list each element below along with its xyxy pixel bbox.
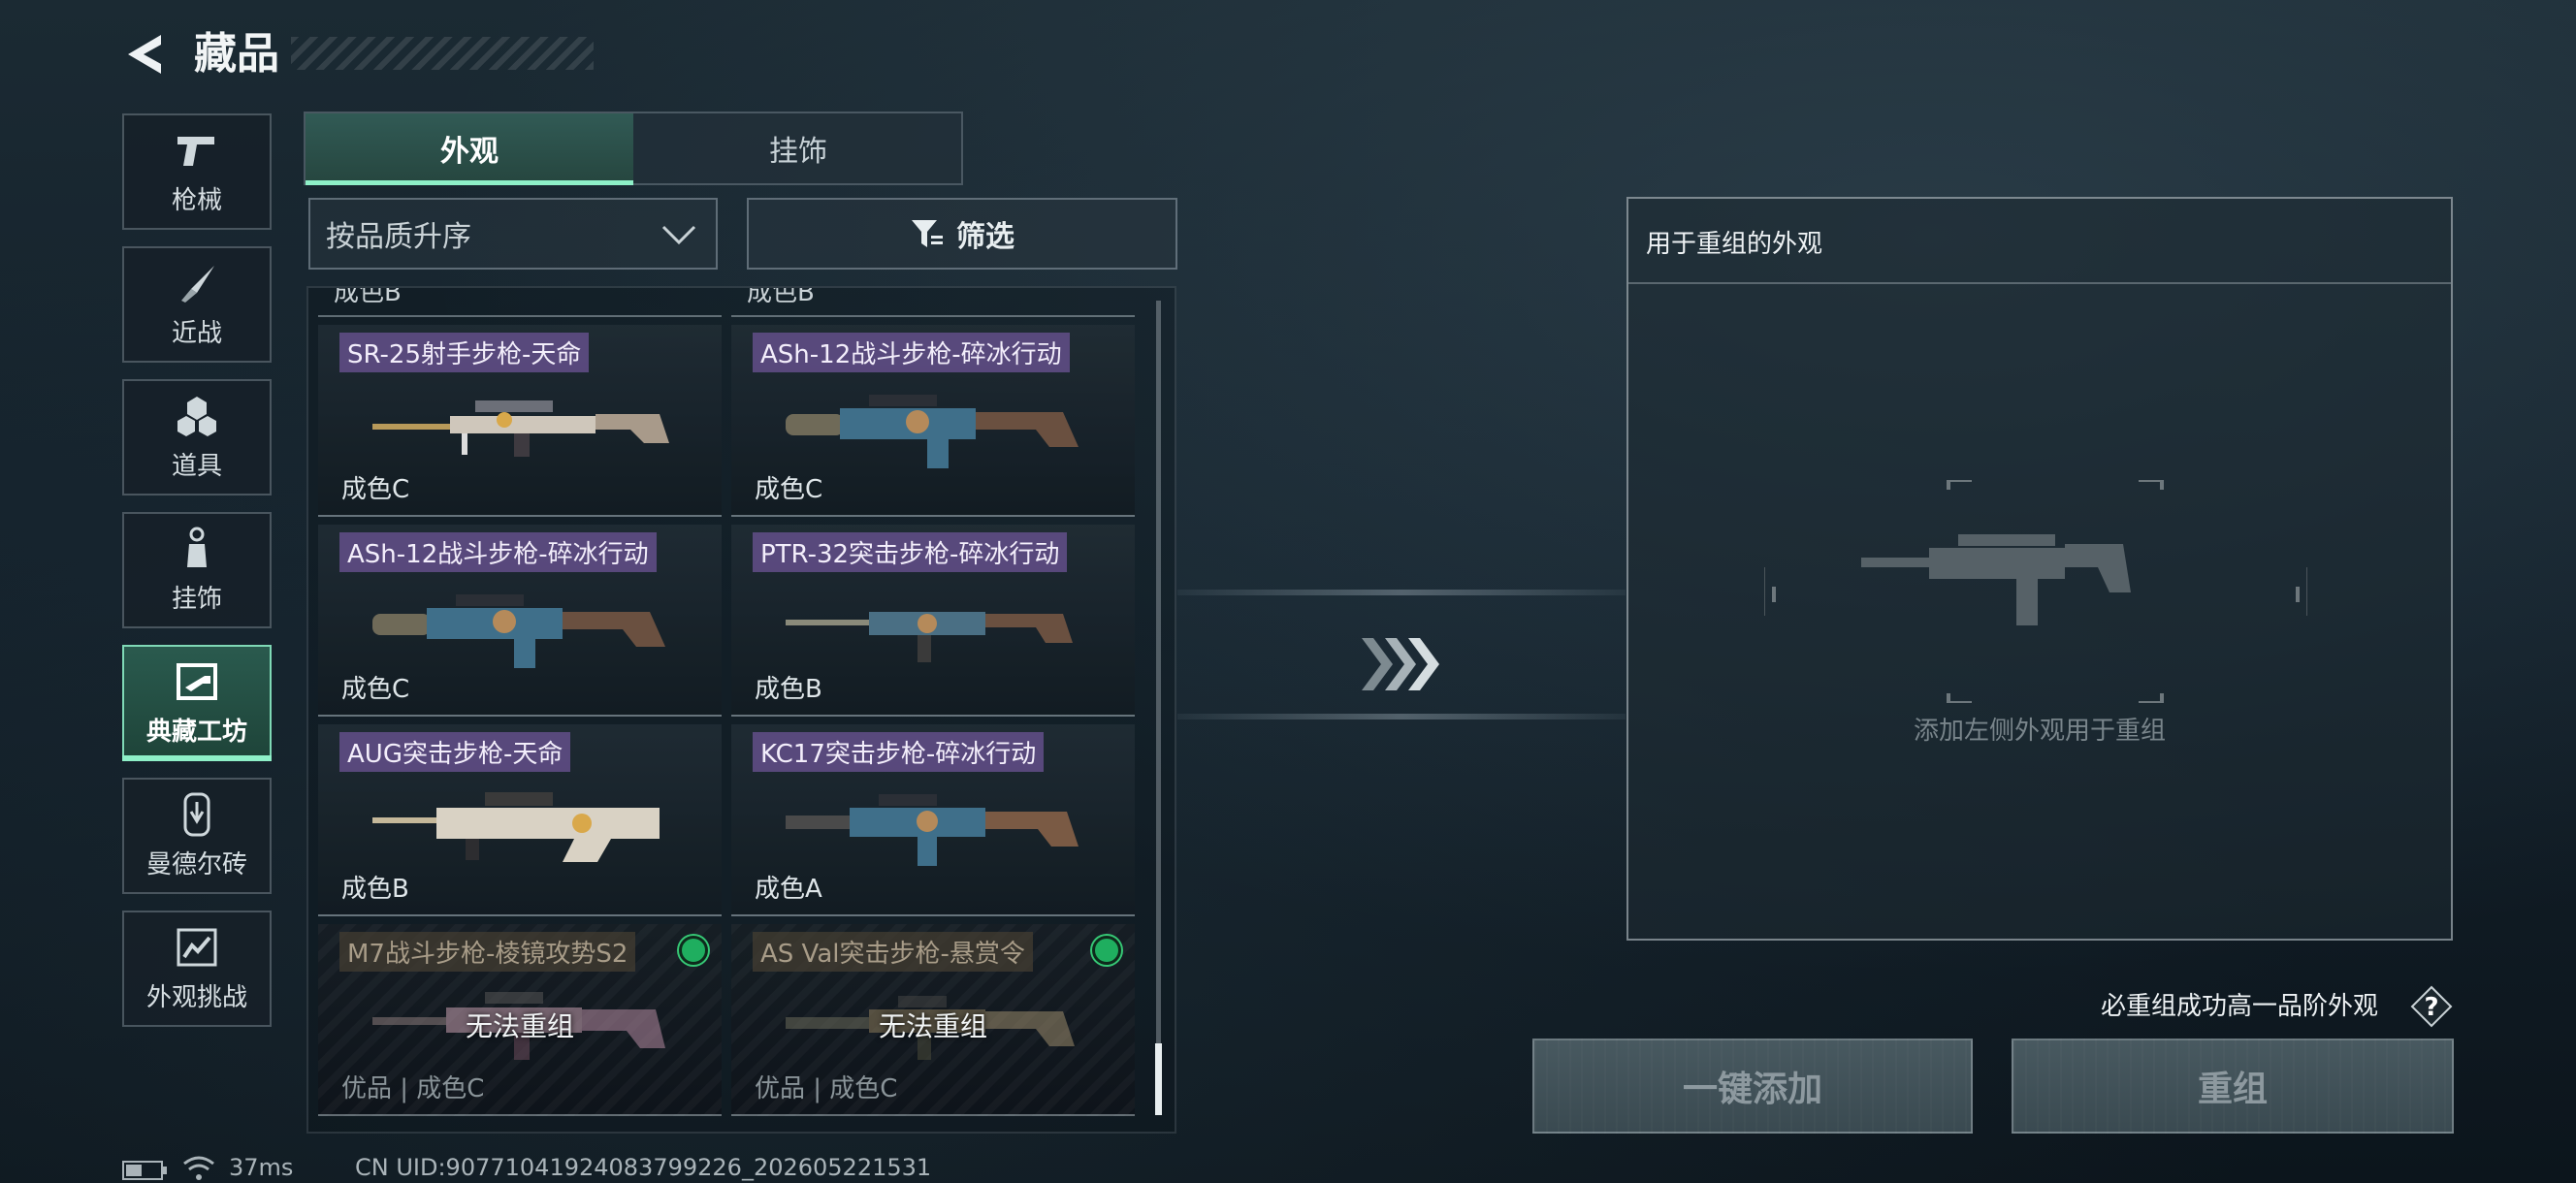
appearance-card[interactable]: AUG突击步枪-天命 成色B	[318, 724, 722, 916]
card-grade: 成色C	[341, 475, 410, 504]
battery-icon	[122, 1161, 167, 1180]
card-name: ASh-12战斗步枪-碎冰行动	[753, 333, 1070, 372]
filter-button[interactable]: 筛选	[747, 198, 1177, 270]
card-name: M7战斗步枪-棱镜攻势S2	[339, 932, 636, 972]
sort-dropdown[interactable]: 按品质升序	[308, 198, 718, 270]
nav-item-workshop[interactable]: 典藏工坊	[122, 645, 272, 761]
knife-icon	[175, 261, 219, 305]
nav-label: 曼德尔砖	[145, 849, 247, 879]
sniper-rifle-image	[372, 400, 669, 457]
nav-item-melee[interactable]: 近战	[122, 246, 272, 363]
card-name: KC17突击步枪-碎冰行动	[753, 732, 1045, 772]
card-grade: 成色C	[341, 675, 410, 704]
ping-value: 37ms	[229, 1154, 294, 1181]
nav-item-items[interactable]: 道具	[122, 379, 272, 496]
card-grade: 成色C	[755, 475, 823, 504]
card-name: AS Val突击步枪-悬赏令	[753, 932, 1033, 972]
chevron-down-icon	[661, 225, 696, 245]
scrollbar-thumb[interactable]	[1155, 1043, 1162, 1115]
back-arrow-icon	[128, 35, 161, 74]
card-name: ASh-12战斗步枪-碎冰行动	[339, 532, 657, 572]
divider	[1628, 282, 2451, 284]
triple-chevron-right-icon	[1362, 638, 1439, 690]
nav-label: 枪械	[171, 185, 222, 215]
recombine-placeholder-text: 添加左侧外观用于重组	[1913, 717, 2166, 746]
keychain-icon	[175, 527, 219, 571]
appearance-card[interactable]: ASh-12战斗步枪-碎冰行动 成色C	[318, 525, 722, 717]
card-grade: 成色B	[755, 675, 822, 704]
owned-status-dot	[679, 936, 708, 965]
grid-scrollbar[interactable]	[1156, 301, 1161, 1115]
card-name: PTR-32突击步枪-碎冰行动	[753, 532, 1068, 572]
card-name: AUG突击步枪-天命	[339, 732, 571, 772]
connector-line	[1177, 714, 1626, 719]
mandel-brick-icon	[175, 792, 219, 837]
pistol-icon	[175, 128, 219, 173]
workshop-icon	[175, 659, 219, 704]
card-grade: 成色B	[334, 288, 402, 307]
appearance-card[interactable]: PTR-32突击步枪-碎冰行动 成色B	[731, 525, 1135, 717]
tab-pendant[interactable]: 挂饰	[635, 113, 961, 183]
title-decoration	[291, 37, 594, 70]
nav-item-mandel-brick[interactable]: 曼德尔砖	[122, 778, 272, 894]
tab-bar: 外观 挂饰	[304, 112, 963, 185]
bullpup-rifle-image	[372, 792, 660, 862]
cannot-recombine-label: 无法重组	[878, 1010, 987, 1042]
grenade-cluster-icon	[175, 394, 219, 438]
question-mark-icon[interactable]: ?	[2410, 985, 2453, 1028]
challenge-icon	[175, 925, 219, 970]
nav-item-appearance-challenge[interactable]: 外观挑战	[122, 911, 272, 1027]
nav-label: 道具	[171, 451, 222, 481]
recombine-panel-title: 用于重组的外观	[1646, 230, 1823, 259]
filter-icon	[912, 220, 943, 247]
user-uid: CN UID:90771041924083799226_202605221531	[355, 1154, 932, 1181]
partial-row: 成色B 成色B	[308, 288, 1175, 319]
tab-appearance[interactable]: 外观	[306, 113, 633, 185]
appearance-card-locked[interactable]: M7战斗步枪-棱镜攻势S2 无法重组 优品 | 成色C	[318, 924, 722, 1116]
connector-line	[1177, 590, 1626, 595]
filter-label: 筛选	[956, 220, 1014, 254]
card-grade: 优品 | 成色C	[755, 1074, 898, 1103]
nav-label: 外观挑战	[145, 982, 247, 1012]
card-grade: 成色B	[341, 875, 409, 904]
nav-item-firearms[interactable]: 枪械	[122, 113, 272, 230]
appearance-card[interactable]: SR-25射手步枪-天命 成色C	[318, 325, 722, 517]
add-all-button[interactable]: 一键添加	[1532, 1039, 1973, 1134]
svg-text:?: ?	[2424, 993, 2438, 1022]
battle-rifle-image	[372, 594, 665, 668]
assault-rifle-image	[786, 794, 1079, 866]
wifi-icon	[183, 1156, 214, 1180]
owned-status-dot	[1092, 936, 1121, 965]
card-grade: 成色B	[747, 288, 815, 307]
appearance-grid: 成色B 成色B SR-25射手步枪-天命 成色C ASh-12战斗步枪-碎冰行动…	[306, 286, 1176, 1134]
appearance-card[interactable]: ASh-12战斗步枪-碎冰行动 成色C	[731, 325, 1135, 517]
recombine-panel: 用于重组的外观 添加左侧外观用于重组	[1626, 197, 2453, 941]
card-grade: 优品 | 成色C	[341, 1074, 485, 1103]
appearance-card-locked[interactable]: AS Val突击步枪-悬赏令 无法重组 优品 | 成色C	[731, 924, 1135, 1116]
page-title: 藏品	[194, 29, 279, 79]
back-button[interactable]	[118, 27, 173, 81]
recombine-button[interactable]: 重组	[2012, 1039, 2454, 1134]
card-grade: 成色A	[755, 875, 822, 904]
battle-rifle-image	[786, 395, 1079, 468]
cannot-recombine-label: 无法重组	[465, 1010, 574, 1042]
card-name: SR-25射手步枪-天命	[339, 333, 590, 372]
sort-label: 按品质升序	[326, 220, 471, 254]
nav-item-pendants[interactable]: 挂饰	[122, 512, 272, 628]
guarantee-text: 必重组成功高一品阶外观	[2101, 992, 2379, 1021]
assault-rifle-image	[786, 612, 1073, 662]
empty-slot-rifle-placeholder[interactable]	[1764, 480, 2307, 703]
nav-label: 典藏工坊	[145, 717, 247, 747]
nav-label: 近战	[171, 318, 222, 348]
nav-label: 挂饰	[171, 584, 222, 614]
appearance-card[interactable]: KC17突击步枪-碎冰行动 成色A	[731, 724, 1135, 916]
